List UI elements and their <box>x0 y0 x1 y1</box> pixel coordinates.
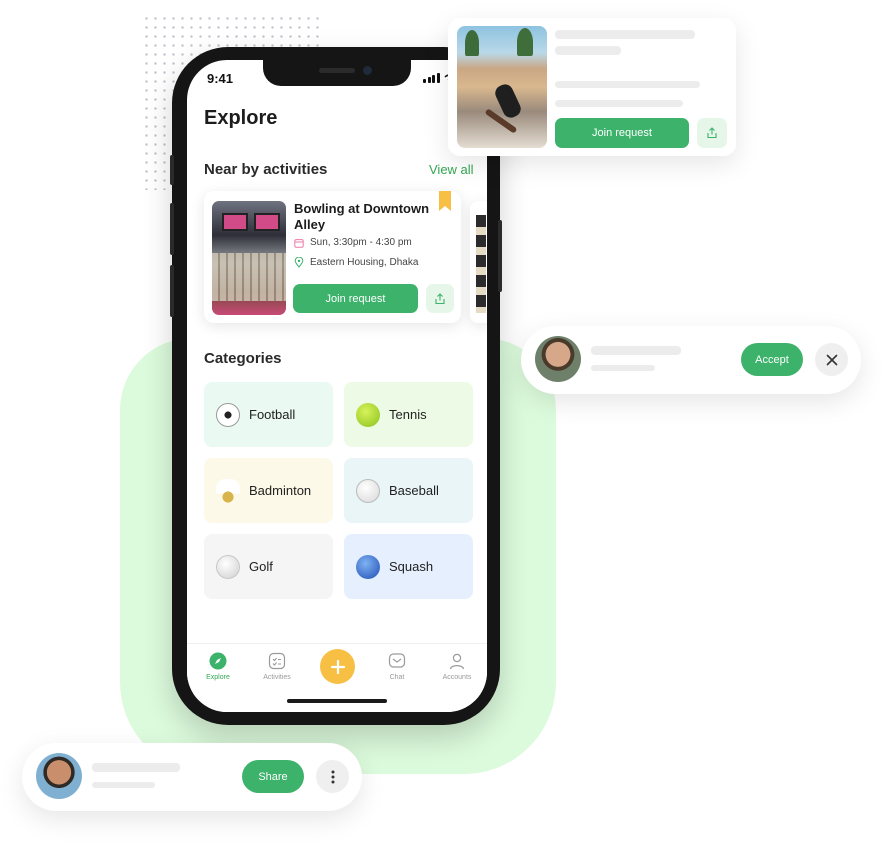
baseball-icon <box>356 478 380 503</box>
join-request-button[interactable]: Join request <box>555 118 689 148</box>
activity-title: Bowling at Downtown Alley <box>294 201 430 232</box>
tab-label: Explore <box>206 674 230 681</box>
placeholder-line <box>555 81 700 88</box>
avatar <box>535 336 581 382</box>
checklist-icon <box>268 652 286 670</box>
category-tile[interactable]: Baseball <box>344 458 473 523</box>
category-tile[interactable]: Badminton <box>204 458 333 523</box>
category-label: Tennis <box>389 407 427 422</box>
category-label: Golf <box>249 559 273 574</box>
category-tile[interactable]: Golf <box>204 534 333 599</box>
placeholder-line <box>555 30 695 39</box>
add-button[interactable] <box>320 649 355 684</box>
compass-icon <box>209 652 227 670</box>
placeholder-line <box>591 346 681 355</box>
placeholder-line <box>555 46 621 55</box>
category-label: Football <box>249 407 296 422</box>
plus-icon <box>330 659 345 674</box>
home-indicator <box>287 699 387 703</box>
join-request-button[interactable]: Join request <box>293 284 418 313</box>
chat-icon <box>388 653 406 668</box>
category-label: Badminton <box>249 483 312 498</box>
activity-location: Eastern Housing, Dhaka <box>294 257 418 268</box>
close-icon <box>826 354 837 365</box>
notch <box>263 60 411 86</box>
tab-label: Chat <box>389 674 405 681</box>
share-button[interactable] <box>697 118 727 148</box>
placeholder-line <box>591 365 655 371</box>
categories-heading: Categories <box>204 350 282 367</box>
floating-share-card: Share <box>22 743 362 811</box>
tab-label: Activities <box>263 674 291 681</box>
side-button <box>170 265 174 317</box>
category-label: Baseball <box>389 483 439 498</box>
user-icon <box>449 653 465 670</box>
category-label: Squash <box>389 559 434 574</box>
more-button[interactable] <box>316 760 349 793</box>
calendar-icon <box>294 238 304 248</box>
tab-explore[interactable]: Explore <box>193 652 243 681</box>
share-icon <box>707 127 717 139</box>
decline-button[interactable] <box>815 343 848 376</box>
side-button <box>170 203 174 255</box>
placeholder-line <box>555 100 683 107</box>
page-title: Explore <box>204 107 278 129</box>
nearby-heading: Near by activities <box>204 161 328 178</box>
side-button <box>170 155 174 185</box>
location-pin-icon <box>294 257 304 268</box>
activity-location-text: Eastern Housing, Dhaka <box>310 257 419 268</box>
floating-request-card: Accept <box>521 326 861 394</box>
placeholder-line <box>92 782 155 788</box>
more-vertical-icon <box>331 770 334 783</box>
golf-ball-icon <box>216 554 240 579</box>
tab-label: Accounts <box>442 674 472 681</box>
share-button[interactable]: Share <box>242 760 304 793</box>
squash-ball-icon <box>356 554 380 579</box>
share-icon <box>435 292 445 304</box>
category-tile[interactable]: Squash <box>344 534 473 599</box>
tab-activities[interactable]: Activities <box>252 652 302 681</box>
bookmark-icon[interactable] <box>439 191 451 211</box>
next-activity-card-peek[interactable] <box>470 201 487 323</box>
view-all-link[interactable]: View all <box>429 162 474 177</box>
avatar <box>36 753 82 799</box>
bowling-photo <box>212 201 286 315</box>
share-button[interactable] <box>426 284 454 313</box>
placeholder-line <box>92 763 180 772</box>
skateboard-photo <box>457 26 547 148</box>
activity-card[interactable]: Bowling at Downtown Alley Sun, 3:30pm - … <box>204 191 461 323</box>
floating-activity-card[interactable]: Join request <box>448 18 736 156</box>
activity-time-text: Sun, 3:30pm - 4:30 pm <box>310 237 412 248</box>
tab-chat[interactable]: Chat <box>372 652 422 681</box>
category-tile[interactable]: Tennis <box>344 382 473 447</box>
tab-accounts[interactable]: Accounts <box>432 652 482 681</box>
tennis-ball-icon <box>356 402 380 427</box>
status-time: 9:41 <box>207 71 234 86</box>
football-icon <box>216 402 240 427</box>
phone-screen: 9:41 Explore Near by activities View all… <box>187 60 487 712</box>
category-tile[interactable]: Football <box>204 382 333 447</box>
signal-icon <box>423 73 440 83</box>
side-button <box>498 220 502 292</box>
shuttlecock-icon <box>216 478 240 503</box>
accept-button[interactable]: Accept <box>741 343 803 376</box>
activity-time: Sun, 3:30pm - 4:30 pm <box>294 237 412 248</box>
